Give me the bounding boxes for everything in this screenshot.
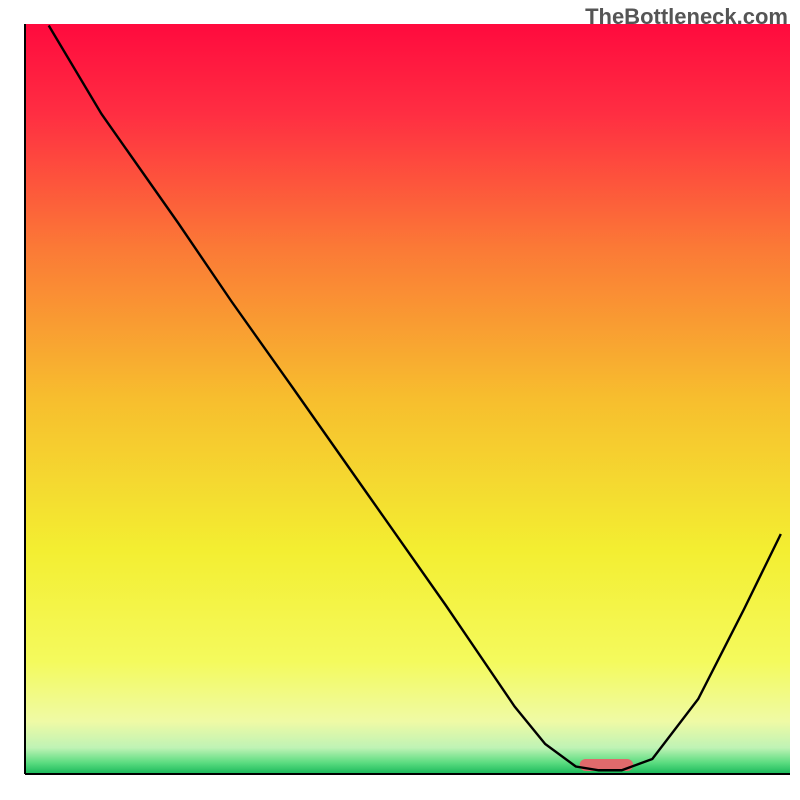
watermark-text: TheBottleneck.com	[585, 4, 788, 30]
chart-svg	[0, 0, 800, 800]
chart-container: TheBottleneck.com	[0, 0, 800, 800]
plot-background	[25, 24, 790, 774]
